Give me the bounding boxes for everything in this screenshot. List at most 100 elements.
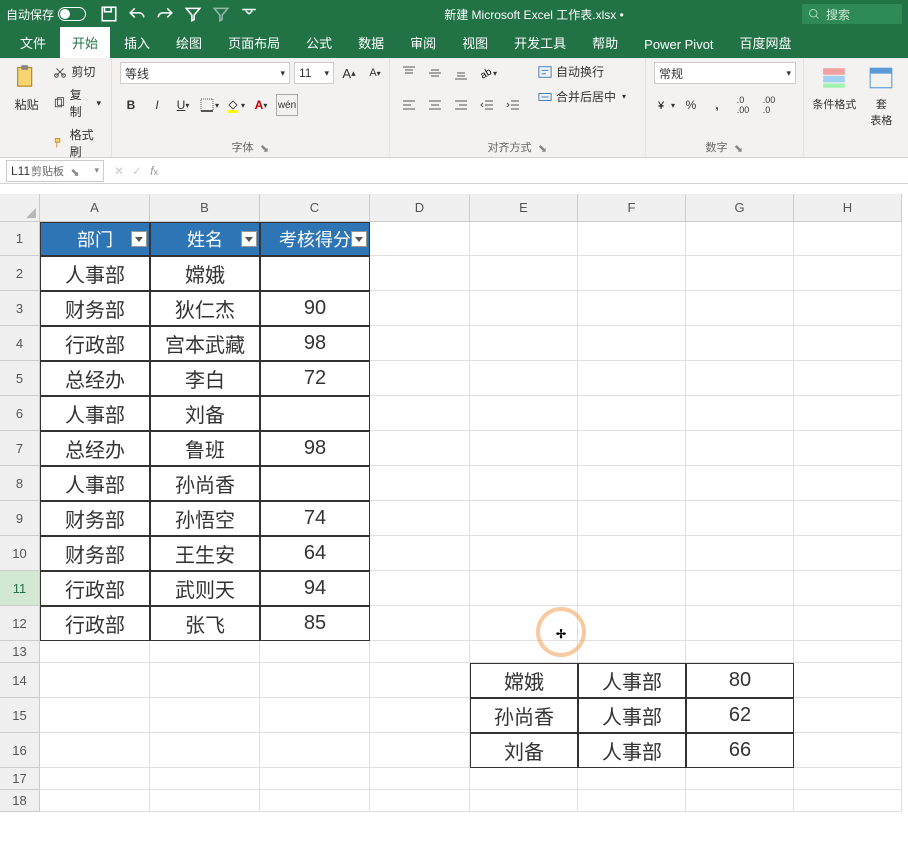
cell-A18[interactable]	[40, 790, 150, 812]
wrap-text-button[interactable]: 自动换行	[536, 62, 628, 81]
ribbon-tab-文件[interactable]: 文件	[8, 27, 58, 58]
align-bottom-button[interactable]	[450, 62, 472, 84]
cell-C8[interactable]	[260, 466, 370, 501]
cell-D8[interactable]	[370, 466, 470, 501]
row-header-3[interactable]: 3	[0, 291, 40, 326]
cell-B11[interactable]: 武则天	[150, 571, 260, 606]
cell-C3[interactable]: 90	[260, 291, 370, 326]
cell-E9[interactable]	[470, 501, 578, 536]
cell-A16[interactable]	[40, 733, 150, 768]
filter-dropdown-button[interactable]	[351, 231, 367, 247]
dialog-launcher-icon[interactable]: ⬊	[260, 142, 270, 152]
cell-D10[interactable]	[370, 536, 470, 571]
cell-F12[interactable]	[578, 606, 686, 641]
cell-C9[interactable]: 74	[260, 501, 370, 536]
cell-E4[interactable]	[470, 326, 578, 361]
cell-D4[interactable]	[370, 326, 470, 361]
cell-G2[interactable]	[686, 256, 794, 291]
cell-C4[interactable]: 98	[260, 326, 370, 361]
orientation-button[interactable]: ab▾	[476, 62, 498, 84]
cell-H14[interactable]	[794, 663, 902, 698]
cell-A11[interactable]: 行政部	[40, 571, 150, 606]
cell-G16[interactable]: 66	[686, 733, 794, 768]
autosave-toggle[interactable]: 自动保存	[0, 6, 92, 23]
select-all-corner[interactable]	[0, 194, 40, 222]
cell-F7[interactable]	[578, 431, 686, 466]
conditional-format-button[interactable]: 条件格式	[812, 62, 857, 112]
cell-G5[interactable]	[686, 361, 794, 396]
percent-button[interactable]: %	[680, 94, 702, 116]
cell-D1[interactable]	[370, 222, 470, 256]
cell-B7[interactable]: 鲁班	[150, 431, 260, 466]
cell-E3[interactable]	[470, 291, 578, 326]
ribbon-tab-开始[interactable]: 开始	[60, 27, 110, 58]
cell-D11[interactable]	[370, 571, 470, 606]
cell-B13[interactable]	[150, 641, 260, 663]
cell-D15[interactable]	[370, 698, 470, 733]
italic-button[interactable]: I	[146, 94, 168, 116]
cell-H4[interactable]	[794, 326, 902, 361]
cell-H3[interactable]	[794, 291, 902, 326]
cell-B17[interactable]	[150, 768, 260, 790]
cell-A5[interactable]: 总经办	[40, 361, 150, 396]
row-header-6[interactable]: 6	[0, 396, 40, 431]
filter-button[interactable]	[184, 5, 202, 23]
paste-button[interactable]: 粘贴	[8, 62, 45, 113]
column-header-G[interactable]: G	[686, 194, 794, 222]
cell-A17[interactable]	[40, 768, 150, 790]
column-header-B[interactable]: B	[150, 194, 260, 222]
cell-B3[interactable]: 狄仁杰	[150, 291, 260, 326]
cell-A7[interactable]: 总经办	[40, 431, 150, 466]
column-header-H[interactable]: H	[794, 194, 902, 222]
cell-B18[interactable]	[150, 790, 260, 812]
cell-H2[interactable]	[794, 256, 902, 291]
align-center-button[interactable]	[424, 94, 446, 116]
cell-H13[interactable]	[794, 641, 902, 663]
cell-F2[interactable]	[578, 256, 686, 291]
cell-E2[interactable]	[470, 256, 578, 291]
cell-G14[interactable]: 80	[686, 663, 794, 698]
ribbon-tab-审阅[interactable]: 审阅	[398, 27, 448, 58]
decrease-decimal-button[interactable]: .00.0	[758, 94, 780, 116]
column-header-A[interactable]: A	[40, 194, 150, 222]
cell-F3[interactable]	[578, 291, 686, 326]
cell-B8[interactable]: 孙尚香	[150, 466, 260, 501]
dialog-launcher-icon[interactable]: ⬊	[538, 142, 548, 152]
cell-E17[interactable]	[470, 768, 578, 790]
cell-E14[interactable]: 嫦娥	[470, 663, 578, 698]
cell-F17[interactable]	[578, 768, 686, 790]
cell-D7[interactable]	[370, 431, 470, 466]
row-header-16[interactable]: 16	[0, 733, 40, 768]
cell-B15[interactable]	[150, 698, 260, 733]
cell-E5[interactable]	[470, 361, 578, 396]
row-header-18[interactable]: 18	[0, 790, 40, 812]
currency-button[interactable]: ¥▾	[654, 94, 676, 116]
align-right-button[interactable]	[450, 94, 472, 116]
cell-C5[interactable]: 72	[260, 361, 370, 396]
cell-A10[interactable]: 财务部	[40, 536, 150, 571]
cell-D9[interactable]	[370, 501, 470, 536]
cell-H12[interactable]	[794, 606, 902, 641]
formula-input[interactable]	[168, 160, 908, 182]
cell-C17[interactable]	[260, 768, 370, 790]
cell-C13[interactable]	[260, 641, 370, 663]
cell-H18[interactable]	[794, 790, 902, 812]
cell-A2[interactable]: 人事部	[40, 256, 150, 291]
cell-A12[interactable]: 行政部	[40, 606, 150, 641]
column-header-F[interactable]: F	[578, 194, 686, 222]
cell-F8[interactable]	[578, 466, 686, 501]
cell-D6[interactable]	[370, 396, 470, 431]
cell-C10[interactable]: 64	[260, 536, 370, 571]
cell-H11[interactable]	[794, 571, 902, 606]
ribbon-tab-页面布局[interactable]: 页面布局	[216, 27, 292, 58]
cell-H6[interactable]	[794, 396, 902, 431]
row-header-7[interactable]: 7	[0, 431, 40, 466]
number-format-select[interactable]: 常规▾	[654, 62, 796, 84]
sort-button[interactable]	[212, 5, 230, 23]
cell-F11[interactable]	[578, 571, 686, 606]
cell-E16[interactable]: 刘备	[470, 733, 578, 768]
format-table-button[interactable]: 套 表格	[863, 62, 900, 128]
cell-E8[interactable]	[470, 466, 578, 501]
cell-A3[interactable]: 财务部	[40, 291, 150, 326]
decrease-indent-button[interactable]	[476, 94, 498, 116]
